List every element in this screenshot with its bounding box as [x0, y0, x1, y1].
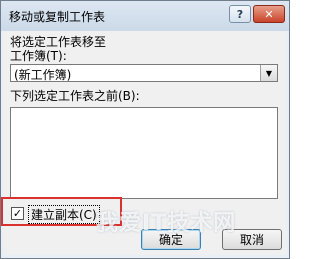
chevron-down-icon[interactable]: ▼: [260, 65, 277, 81]
help-button[interactable]: ?: [229, 5, 251, 23]
workbook-select[interactable]: (新工作簿) ▼: [10, 64, 278, 82]
workbook-selected-value: (新工作簿): [14, 68, 72, 82]
before-sheet-label: 下列选定工作表之前(B):: [10, 89, 140, 103]
cancel-button-label: 取消: [239, 233, 264, 247]
close-button[interactable]: ✕: [253, 5, 285, 23]
move-copy-dialog: 移动或复制工作表 ? ✕ 将选定工作表移至 工作簿(T): (新工作簿) ▼ 下…: [0, 0, 290, 259]
close-icon: ✕: [264, 7, 274, 21]
watermark: 我爱IT技术网: [96, 211, 237, 236]
help-icon: ?: [236, 7, 244, 21]
before-sheet-list[interactable]: [10, 107, 278, 199]
title-bar[interactable]: 移动或复制工作表 ? ✕: [1, 1, 289, 31]
window-title: 移动或复制工作表: [9, 10, 106, 24]
workbook-label: 工作簿(T):: [10, 49, 67, 63]
